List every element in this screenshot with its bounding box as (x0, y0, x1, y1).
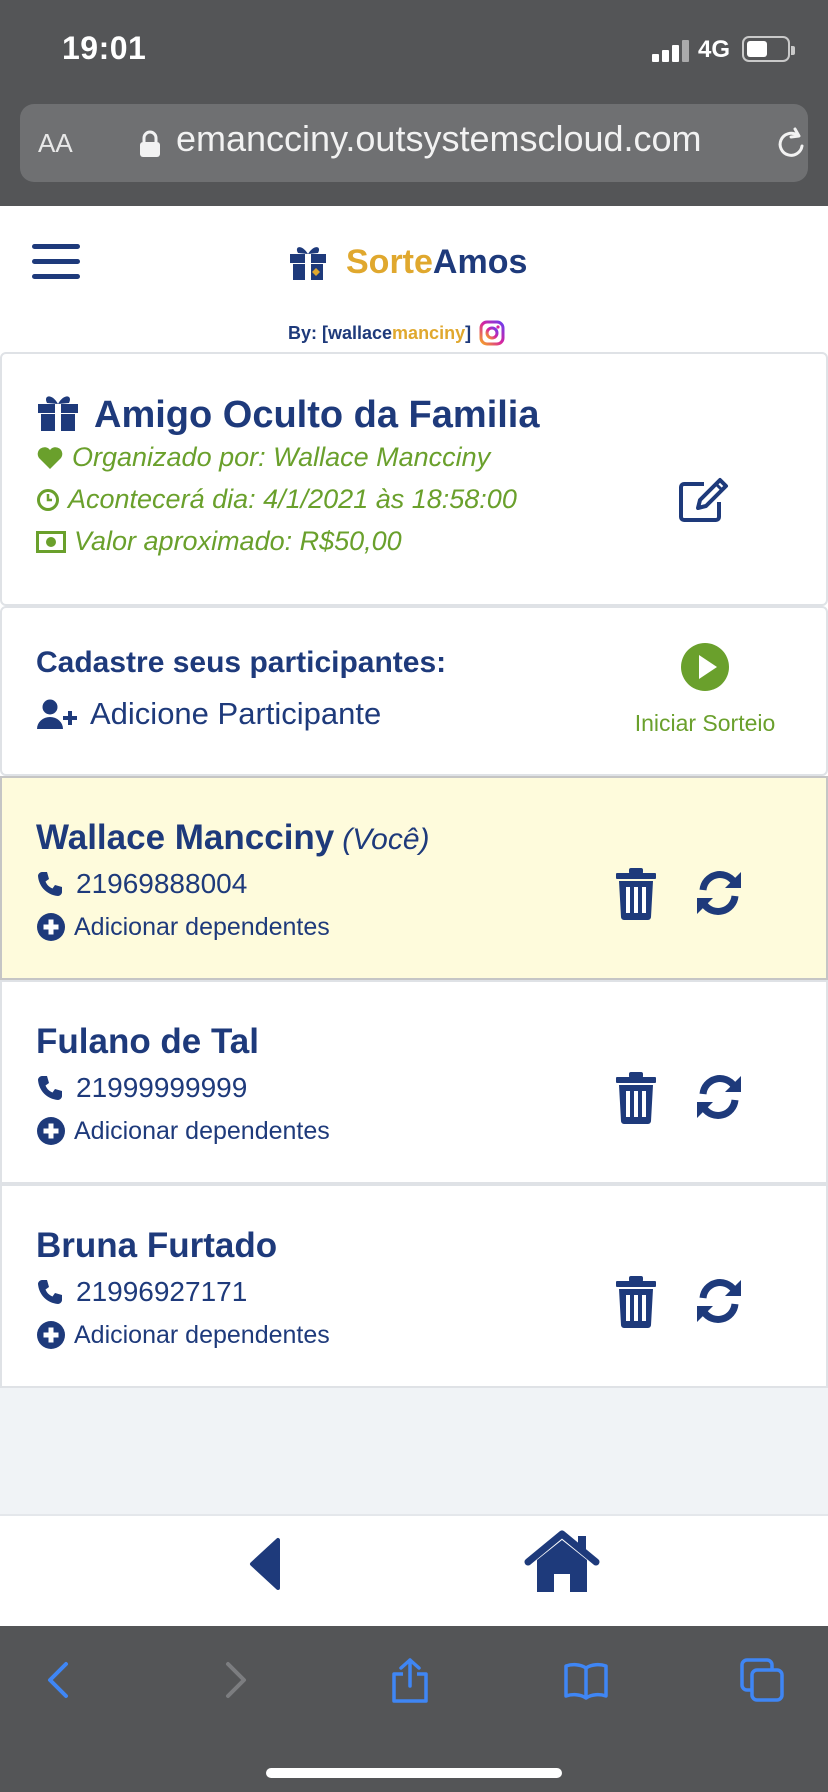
play-icon (681, 643, 729, 691)
participant-phone-text: 21999999999 (76, 1072, 248, 1103)
event-date-text: Acontecerá dia: 4/1/2021 às 18:58:00 (68, 484, 517, 514)
add-dependents-link[interactable]: Adicionar dependentes (36, 1320, 330, 1350)
url-text[interactable]: emancciny.outsystemscloud.com (176, 118, 736, 160)
participant-name: Wallace Mancciny (36, 818, 335, 857)
refresh-icon[interactable] (694, 1072, 744, 1122)
event-organizer: Organizado por: Wallace Mancciny (36, 442, 490, 473)
url-bar[interactable]: AA emancciny.outsystemscloud.com (20, 104, 808, 182)
participant-you-tag: (Você) (342, 823, 430, 856)
participant-phone: 21969888004 (36, 868, 247, 900)
participant-name: Fulano de Tal (36, 1022, 259, 1061)
reload-icon[interactable] (774, 126, 808, 162)
edit-icon[interactable] (678, 476, 732, 524)
add-participant-label: Adicione Participante (90, 696, 382, 731)
author-suffix: ] (465, 322, 472, 343)
participant-phone-text: 21969888004 (76, 868, 248, 899)
participant-card: Fulano de Tal 21999999999 Adicionar depe… (0, 980, 828, 1184)
participant-name: Bruna Furtado (36, 1226, 278, 1265)
refresh-icon[interactable] (694, 1276, 744, 1326)
phone-icon (38, 1076, 62, 1100)
event-card: Amigo Oculto da Familia Organizado por: … (0, 352, 828, 606)
register-title: Cadastre seus participantes: (36, 646, 447, 679)
add-dependents-label: Adicionar dependentes (74, 912, 330, 941)
participant-name-row: Fulano de Tal (36, 1022, 259, 1062)
add-participant-button[interactable]: Adicione Participante (36, 696, 381, 732)
status-time: 19:01 (62, 30, 147, 66)
plus-circle-icon (37, 1321, 65, 1349)
bookmarks-icon[interactable] (562, 1656, 610, 1704)
add-dependents-link[interactable]: Adicionar dependentes (36, 912, 330, 942)
back-icon[interactable] (248, 1536, 282, 1592)
gift-icon (38, 396, 78, 431)
author-prefix: By: [wallace (288, 322, 393, 343)
browser-back-icon[interactable] (34, 1656, 82, 1704)
logo-sorte: Sorte (346, 242, 433, 281)
share-icon[interactable] (386, 1656, 434, 1704)
participant-phone: 21999999999 (36, 1072, 247, 1104)
heart-icon (37, 446, 63, 469)
author-accent: manciny (392, 322, 466, 343)
plus-circle-icon (37, 1117, 65, 1145)
add-dependents-label: Adicionar dependentes (74, 1320, 330, 1349)
participant-phone-text: 21996927171 (76, 1276, 248, 1307)
network-label: 4G (698, 36, 731, 63)
author-credit: By: [wallace manciny] (288, 320, 505, 346)
menu-icon[interactable] (32, 244, 80, 280)
event-organizer-text: Organizado por: Wallace Mancciny (72, 442, 491, 472)
home-icon[interactable] (524, 1530, 600, 1594)
gift-icon (290, 247, 326, 280)
safari-toolbar (0, 1626, 828, 1792)
start-draw-button[interactable]: Iniciar Sorteio (622, 642, 788, 737)
text-size-button[interactable]: AA (38, 128, 73, 159)
logo-amos: Amos (432, 242, 528, 281)
instagram-icon[interactable] (479, 320, 505, 346)
add-dependents-label: Adicionar dependentes (74, 1116, 330, 1145)
logo: SorteAmos (288, 242, 527, 282)
phone-icon (38, 1280, 62, 1304)
trash-icon[interactable] (614, 868, 658, 920)
money-icon (36, 530, 66, 553)
start-draw-label: Iniciar Sorteio (634, 710, 776, 736)
user-plus-icon (37, 699, 77, 729)
trash-icon[interactable] (614, 1276, 658, 1328)
trash-icon[interactable] (614, 1072, 658, 1124)
clock-icon (37, 488, 59, 511)
browser-url-area: AA emancciny.outsystemscloud.com (0, 100, 828, 206)
participant-card: Bruna Furtado 21996927171 Adicionar depe… (0, 1184, 828, 1388)
battery-icon (742, 36, 795, 62)
lock-icon (140, 130, 160, 157)
plus-circle-icon (37, 913, 65, 941)
home-indicator (266, 1768, 562, 1778)
browser-forward-icon[interactable] (212, 1656, 260, 1704)
participant-card: Wallace Mancciny (Você) 21969888004 Adici… (0, 776, 828, 980)
refresh-icon[interactable] (694, 868, 744, 918)
content-background (0, 1388, 828, 1514)
tabs-icon[interactable] (738, 1656, 786, 1704)
participant-phone: 21996927171 (36, 1276, 247, 1308)
event-date: Acontecerá dia: 4/1/2021 às 18:58:00 (36, 484, 517, 515)
status-bar: 19:01 4G (0, 0, 828, 100)
event-title: Amigo Oculto da Familia (94, 394, 540, 436)
event-value-text: Valor aproximado: R$50,00 (74, 526, 402, 556)
phone-icon (38, 872, 62, 896)
participant-name-row: Bruna Furtado (36, 1226, 277, 1266)
participant-name-row: Wallace Mancciny (Você) (36, 818, 430, 858)
bottom-nav (0, 1514, 828, 1626)
app-header: SorteAmos By: [wallace manciny] (0, 206, 828, 352)
add-dependents-link[interactable]: Adicionar dependentes (36, 1116, 330, 1146)
event-value: Valor aproximado: R$50,00 (36, 526, 402, 557)
signal-icon (652, 38, 694, 62)
register-card: Cadastre seus participantes: Adicione Pa… (0, 606, 828, 776)
